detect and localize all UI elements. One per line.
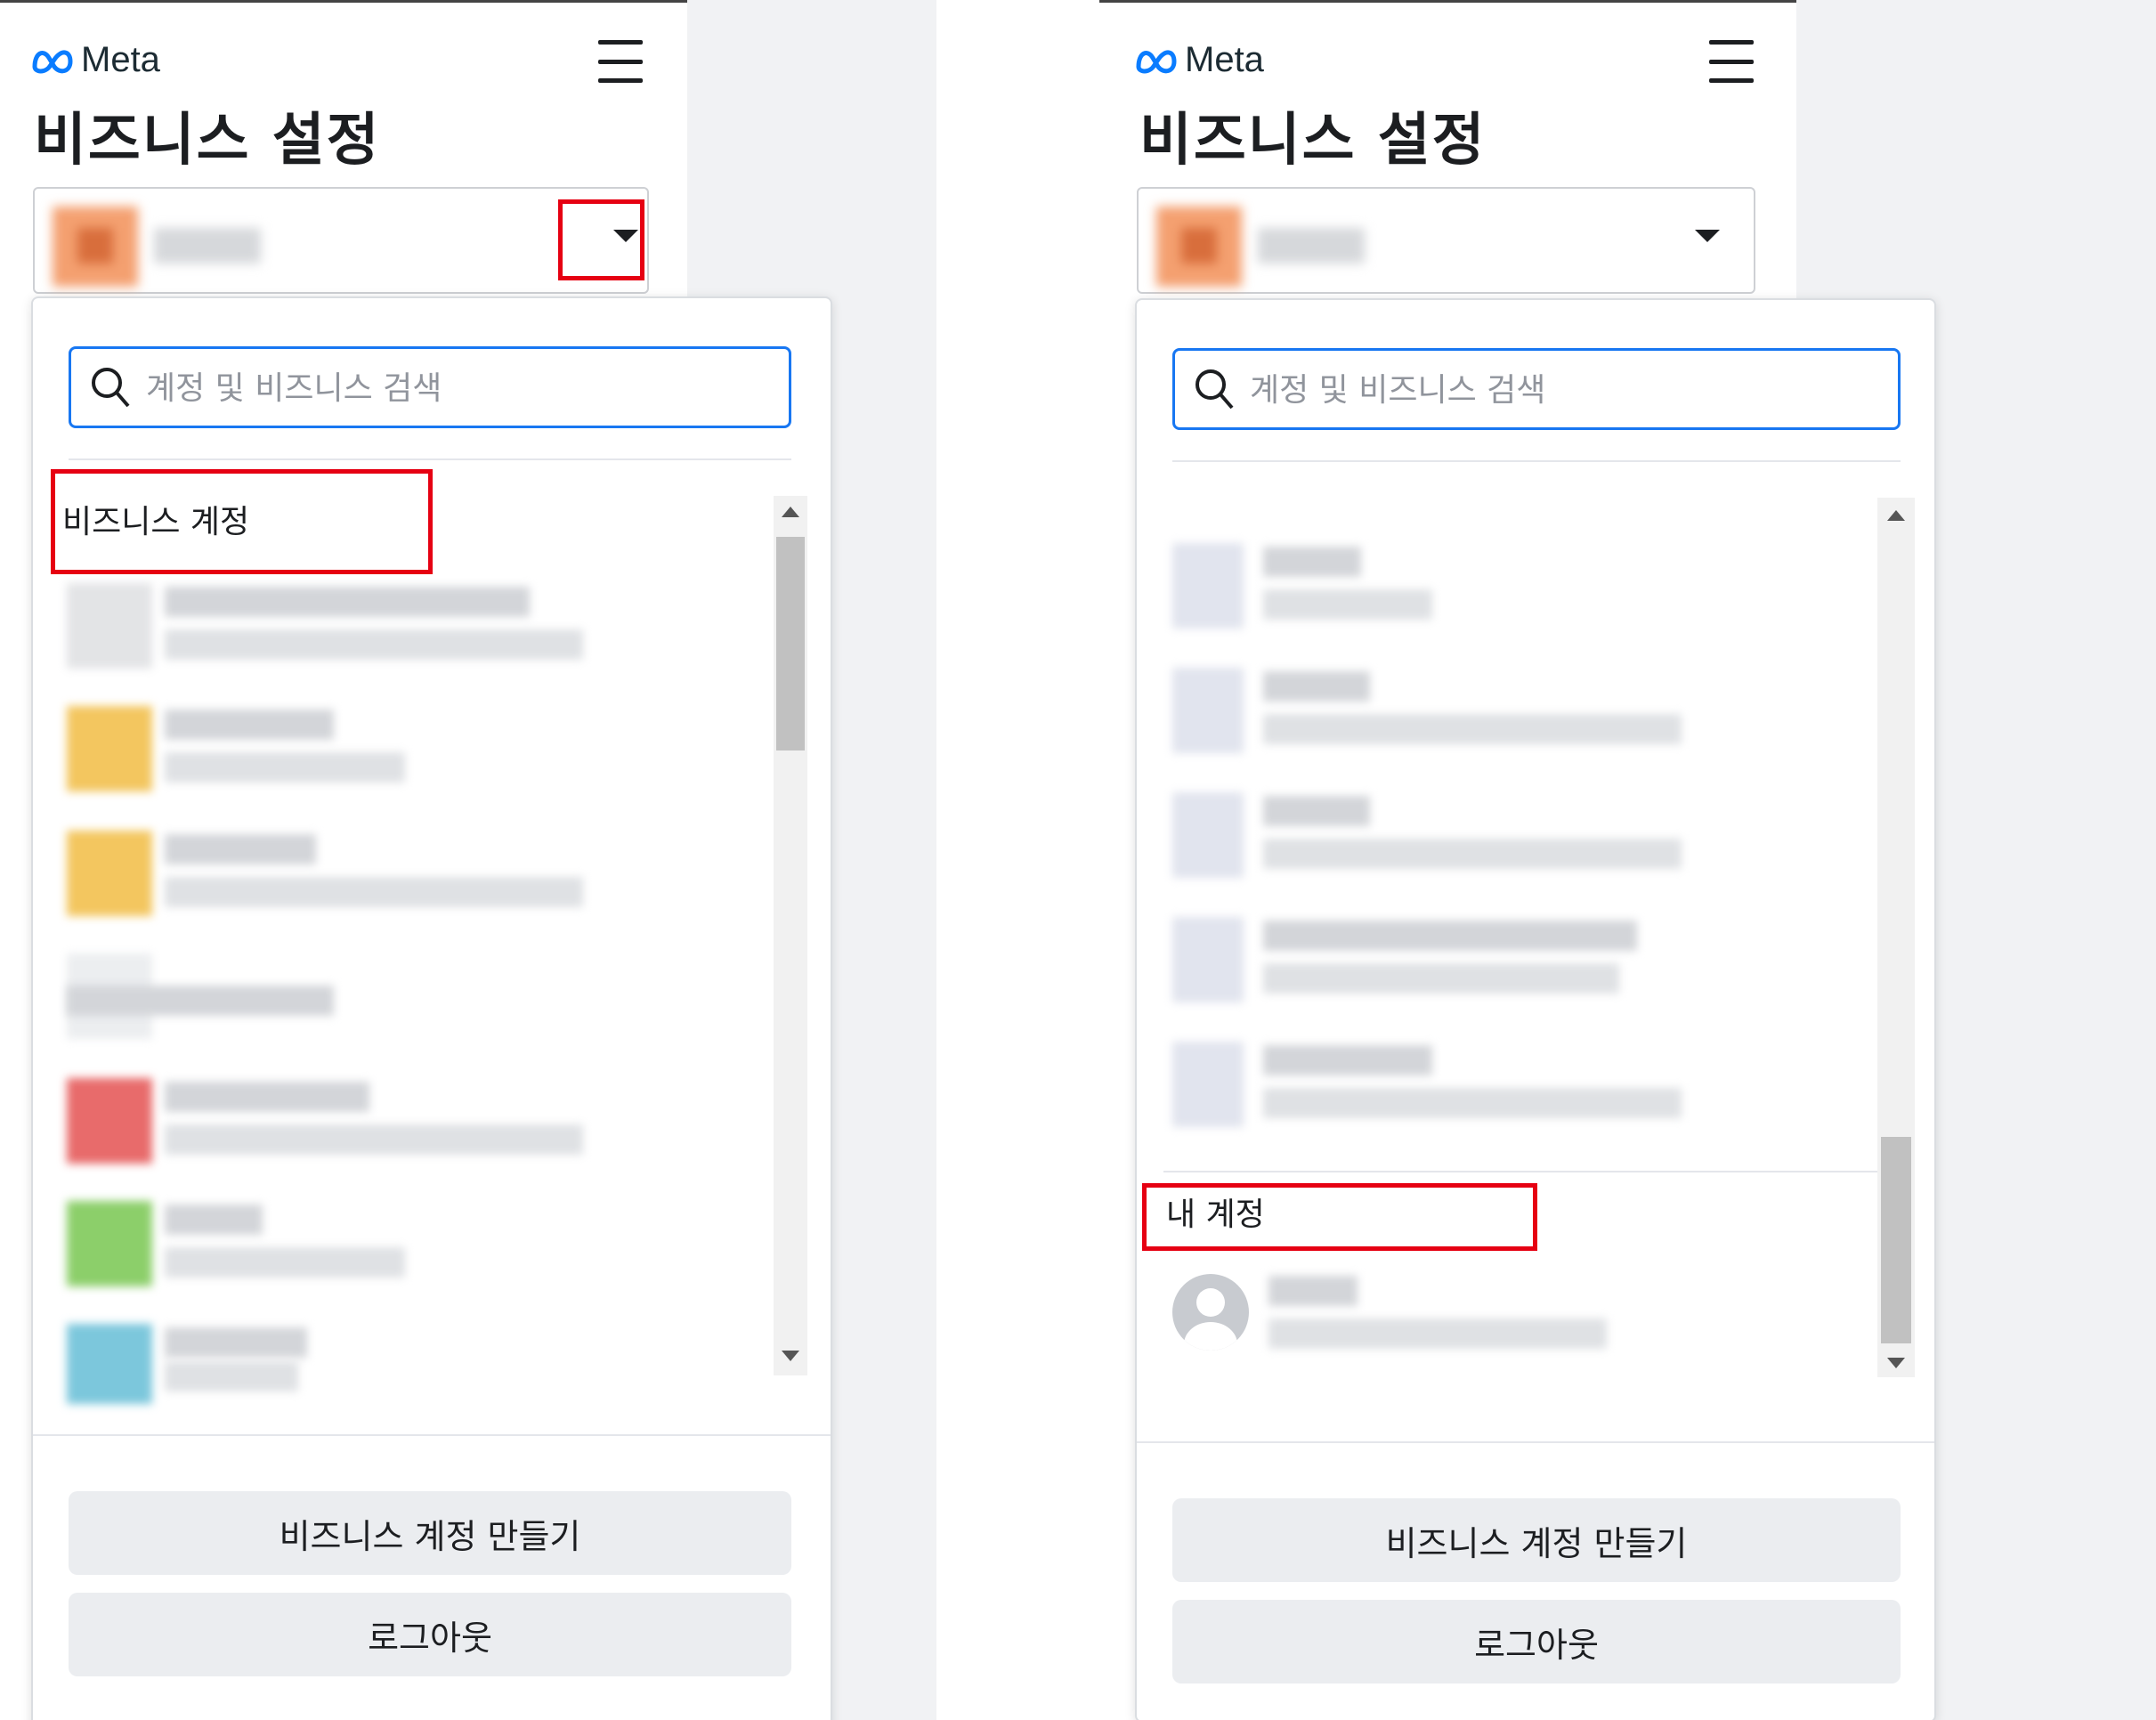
footer-divider [33, 1434, 831, 1436]
scrollbar[interactable] [774, 496, 807, 1375]
scroll-down-icon[interactable] [782, 1351, 799, 1361]
account-search-field[interactable] [1172, 348, 1901, 430]
highlight-business-accounts [51, 469, 433, 574]
list-item[interactable] [1172, 910, 1671, 1008]
left-screenshot: Meta 비즈니스 설정 비즈니스 계정 [0, 0, 936, 1720]
personal-account-item[interactable] [1172, 1265, 1635, 1363]
scrollbar-thumb[interactable] [776, 537, 805, 750]
meta-logo[interactable]: Meta [1135, 39, 1264, 80]
create-business-account-button[interactable]: 비즈니스 계정 만들기 [69, 1491, 791, 1575]
list-item[interactable] [1172, 536, 1671, 634]
top-border [1099, 0, 1796, 3]
highlight-my-accounts [1142, 1183, 1537, 1251]
scrollbar[interactable] [1877, 498, 1915, 1377]
meta-logo-icon [1136, 50, 1177, 74]
scrollbar-thumb[interactable] [1881, 1137, 1911, 1343]
right-screenshot: Meta 비즈니스 설정 계정 및 비즈니스 검색 내 계정 비즈니스 계정 만… [1099, 0, 2156, 1720]
hamburger-menu-icon[interactable] [598, 40, 643, 83]
list-item[interactable] [67, 576, 619, 674]
page-title: 비즈니스 설정 [1139, 108, 1487, 174]
footer-divider [1137, 1441, 1934, 1443]
scroll-up-icon[interactable] [782, 507, 799, 517]
scroll-up-icon[interactable] [1887, 510, 1905, 521]
business-name-redacted [1258, 228, 1365, 264]
list-item[interactable] [67, 1071, 619, 1169]
scroll-down-icon[interactable] [1887, 1358, 1905, 1368]
business-selector[interactable] [33, 187, 649, 294]
meta-logo-icon [32, 50, 73, 74]
meta-brand-label: Meta [81, 39, 160, 79]
list-item[interactable] [1172, 785, 1682, 883]
search-icon [92, 368, 130, 408]
hamburger-menu-icon[interactable] [1709, 40, 1754, 83]
account-search-input[interactable] [1248, 365, 1875, 415]
top-border [0, 0, 687, 3]
meta-brand-label: Meta [1185, 39, 1264, 79]
account-switcher-dropdown: 내 계정 비즈니스 계정 만들기 로그아웃 [1135, 298, 1936, 1720]
business-name-redacted [154, 228, 261, 264]
list-item[interactable] [1172, 1034, 1682, 1132]
logout-button[interactable]: 로그아웃 [1172, 1600, 1901, 1683]
business-avatar [1156, 207, 1242, 287]
list-item[interactable] [67, 699, 619, 797]
page-title: 비즈니스 설정 [34, 108, 381, 174]
account-search-field[interactable] [69, 346, 791, 428]
search-divider [1172, 460, 1901, 462]
highlight-dropdown-toggle [558, 199, 644, 280]
create-business-account-button[interactable]: 비즈니스 계정 만들기 [1172, 1498, 1901, 1582]
account-search-input[interactable] [144, 363, 771, 413]
logout-button[interactable]: 로그아웃 [69, 1593, 791, 1676]
meta-logo[interactable]: Meta [31, 39, 160, 80]
business-avatar [53, 207, 138, 287]
list-item[interactable] [67, 1194, 619, 1292]
account-switcher-dropdown: 비즈니스 계정 [31, 296, 832, 1720]
search-icon [1196, 369, 1234, 410]
search-divider [69, 458, 791, 460]
list-item[interactable] [67, 946, 619, 1044]
business-selector[interactable] [1137, 187, 1755, 294]
list-item[interactable] [1172, 661, 1682, 759]
section-divider [1163, 1171, 1881, 1172]
caret-down-icon[interactable] [1695, 230, 1720, 242]
list-item[interactable] [67, 823, 619, 921]
list-item[interactable] [67, 1317, 619, 1415]
